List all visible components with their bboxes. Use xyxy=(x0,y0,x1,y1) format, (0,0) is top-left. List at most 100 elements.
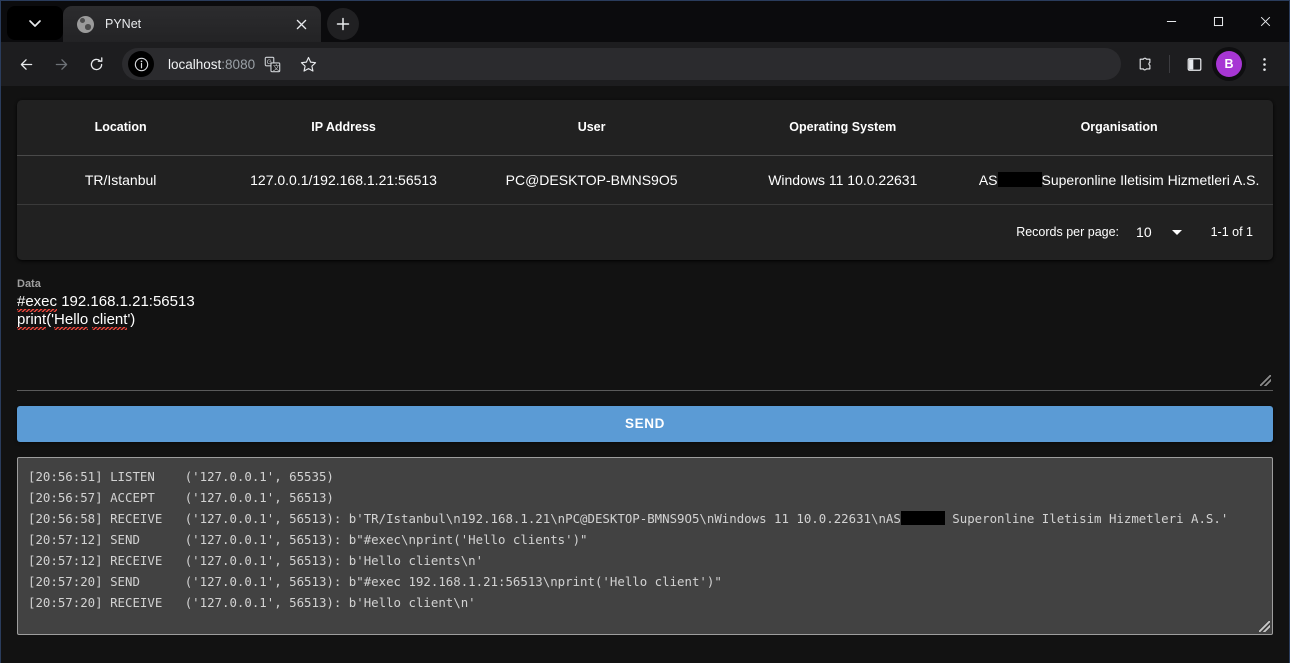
log-detail-a: ('127.0.0.1', 56513): b'TR/Istanbul\n192… xyxy=(184,510,901,526)
column-header-ip-address[interactable]: IP Address xyxy=(224,100,463,156)
bookmark-button[interactable] xyxy=(291,47,325,81)
data-line2-hello: Hello xyxy=(54,311,89,330)
new-tab-button[interactable] xyxy=(327,8,359,40)
column-header-user[interactable]: User xyxy=(462,100,721,156)
reload-button[interactable] xyxy=(79,47,113,81)
log-detail: ('127.0.0.1', 56513): b"#exec 192.168.1.… xyxy=(184,573,722,589)
browser-window: PYNet localhost:8080 G 文 B Location IP A… xyxy=(0,0,1290,663)
log-action: SEND xyxy=(110,573,170,589)
log-time: [20:56:58] xyxy=(28,510,103,526)
star-icon xyxy=(300,56,316,72)
log-action: ACCEPT xyxy=(110,489,170,505)
clients-table-card: Location IP Address User Operating Syste… xyxy=(17,100,1273,260)
log-line: [20:56:57] ACCEPT ('127.0.0.1', 56513) xyxy=(28,490,334,505)
data-line2-print: print xyxy=(17,311,47,330)
column-header-location[interactable]: Location xyxy=(17,100,225,156)
browser-menu-button[interactable] xyxy=(1247,47,1281,81)
resize-handle-icon[interactable] xyxy=(1259,620,1270,632)
data-field-group: Data #exec 192.168.1.21:56513 print('Hel… xyxy=(17,278,1273,391)
url-text: localhost:8080 xyxy=(168,57,255,72)
data-line2-close: ') xyxy=(127,311,136,328)
column-header-operating-system[interactable]: Operating System xyxy=(720,100,966,156)
table-paginator: Records per page: 10 1-1 of 1 xyxy=(17,205,1273,260)
tab-close-button[interactable] xyxy=(290,13,312,35)
data-line1-rest: 192.168.1.21:56513 xyxy=(57,292,195,310)
table-head: Location IP Address User Operating Syste… xyxy=(17,100,1273,156)
organisation-suffix: Superonline Iletisim Hizmetleri A.S. xyxy=(1041,171,1260,188)
window-close-button[interactable] xyxy=(1242,1,1289,42)
log-time: [20:56:51] xyxy=(28,468,103,484)
back-button[interactable] xyxy=(9,47,43,81)
toolbar-divider xyxy=(1169,55,1170,73)
log-console[interactable]: [20:56:51] LISTEN ('127.0.0.1', 65535) [… xyxy=(17,456,1273,635)
log-line: [20:56:58] RECEIVE ('127.0.0.1', 56513):… xyxy=(28,510,1229,526)
browser-toolbar: localhost:8080 G 文 B xyxy=(1,42,1289,86)
site-info-icon[interactable] xyxy=(128,51,154,77)
log-line: [20:57:12] RECEIVE ('127.0.0.1', 56513):… xyxy=(28,553,483,568)
resize-handle-icon[interactable] xyxy=(1260,374,1271,386)
side-panel-button[interactable] xyxy=(1177,47,1211,81)
url-host: localhost xyxy=(168,56,222,72)
log-detail: ('127.0.0.1', 56513) xyxy=(184,489,334,505)
cell-location: TR/Istanbul xyxy=(17,155,225,205)
data-field-label: Data xyxy=(17,277,41,290)
data-textarea[interactable]: #exec 192.168.1.21:56513 print('Hello cl… xyxy=(17,292,1273,391)
log-action: RECEIVE xyxy=(110,552,170,568)
send-button[interactable]: SEND xyxy=(17,405,1273,442)
tab-search-button[interactable] xyxy=(7,6,63,40)
url-port: :8080 xyxy=(221,56,256,72)
log-action: SEND xyxy=(110,531,170,547)
log-action: RECEIVE xyxy=(110,510,170,526)
data-line2-client: client xyxy=(92,311,128,330)
log-time: [20:57:20] xyxy=(28,594,103,610)
log-detail: ('127.0.0.1', 56513): b'Hello clients\n' xyxy=(184,552,484,568)
table-row[interactable]: TR/Istanbul 127.0.0.1/192.168.1.21:56513… xyxy=(17,155,1273,205)
table-header-row: Location IP Address User Operating Syste… xyxy=(17,100,1273,156)
cell-organisation: AS Superonline Iletisim Hizmetleri A.S. xyxy=(965,155,1273,205)
page-content: Location IP Address User Operating Syste… xyxy=(1,86,1289,663)
address-bar[interactable]: localhost:8080 G 文 xyxy=(122,48,1121,80)
redaction-box xyxy=(900,510,945,525)
caret-down-icon xyxy=(1171,229,1182,235)
log-time: [20:57:12] xyxy=(28,552,103,568)
log-detail-b: Superonline Iletisim Hizmetleri A.S.' xyxy=(944,510,1229,526)
extensions-button[interactable] xyxy=(1128,47,1162,81)
window-minimize-button[interactable] xyxy=(1148,1,1195,42)
window-maximize-button[interactable] xyxy=(1195,1,1242,42)
tab-title: PYNet xyxy=(105,17,142,31)
pagination-range: 1-1 of 1 xyxy=(1210,225,1253,239)
log-time: [20:56:57] xyxy=(28,489,103,505)
log-line: [20:57:20] SEND ('127.0.0.1', 56513): b"… xyxy=(28,574,722,589)
tab-strip: PYNet xyxy=(1,1,1289,42)
records-per-page-label: Records per page: xyxy=(1016,225,1120,239)
avatar: B xyxy=(1216,51,1242,77)
log-detail: ('127.0.0.1', 56513): b'Hello client\n' xyxy=(184,594,476,610)
chevron-down-icon xyxy=(29,20,41,27)
window-controls xyxy=(1148,1,1289,42)
translate-icon: G 文 xyxy=(264,56,280,72)
cell-ip-address: 127.0.0.1/192.168.1.21:56513 xyxy=(224,155,463,205)
forward-button[interactable] xyxy=(44,47,78,81)
tab-pynet[interactable]: PYNet xyxy=(63,6,321,42)
log-line: [20:56:51] LISTEN ('127.0.0.1', 65535) xyxy=(28,469,334,484)
svg-text:文: 文 xyxy=(272,63,279,72)
log-detail: ('127.0.0.1', 65535) xyxy=(184,468,334,484)
clients-table: Location IP Address User Operating Syste… xyxy=(17,100,1273,205)
translate-button[interactable]: G 文 xyxy=(255,47,289,81)
profile-button[interactable]: B xyxy=(1212,47,1246,81)
python-logo-icon xyxy=(77,15,94,33)
records-per-page-select[interactable]: 10 xyxy=(1136,224,1182,240)
omnibox-actions: G 文 xyxy=(255,47,325,81)
log-time: [20:57:20] xyxy=(28,573,103,589)
data-line2-open: (' xyxy=(46,311,55,328)
organisation-prefix: AS xyxy=(978,171,998,188)
records-per-page-value: 10 xyxy=(1136,224,1152,240)
log-detail: ('127.0.0.1', 56513): b"#exec\nprint('He… xyxy=(184,531,588,547)
cell-operating-system: Windows 11 10.0.22631 xyxy=(720,155,966,205)
info-circle-icon xyxy=(134,57,148,71)
arrow-right-icon xyxy=(55,58,67,70)
redaction-box xyxy=(997,171,1042,187)
column-header-organisation[interactable]: Organisation xyxy=(965,100,1273,156)
puzzle-piece-icon xyxy=(1139,57,1150,70)
log-line: [20:57:20] RECEIVE ('127.0.0.1', 56513):… xyxy=(28,595,476,610)
